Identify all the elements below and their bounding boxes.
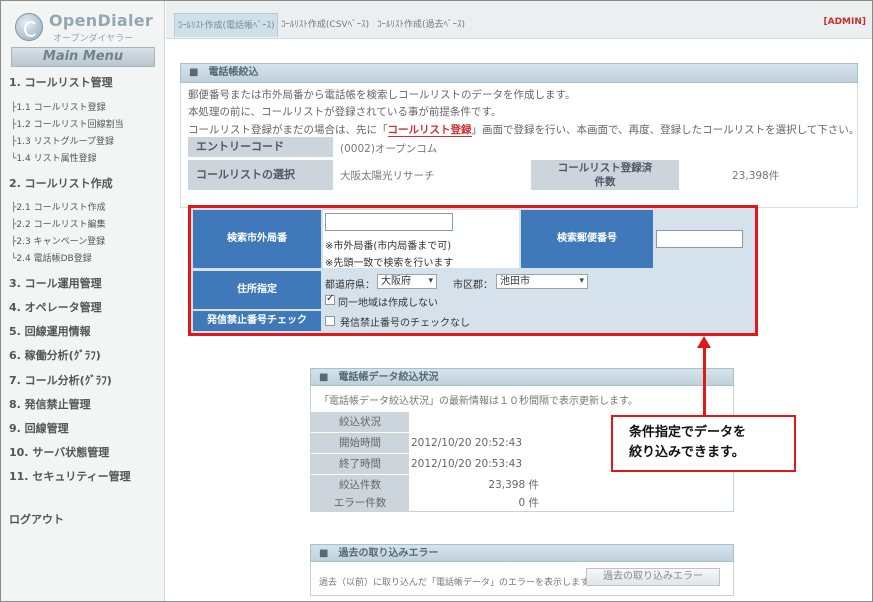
menu-activity-analysis[interactable]: 6. 稼働分析(ｸﾞﾗﾌ): [9, 347, 101, 363]
tab-bar: ｺｰﾙﾘｽﾄ作成(電話帳ﾍﾞｰｽ) ｺｰﾙﾘｽﾄ作成(CSVﾍﾞｰｽ) ｺｰﾙﾘ…: [166, 1, 872, 39]
app-logo: OpenDialer オープンダイヤラー: [15, 11, 155, 45]
tab-past-base[interactable]: ｺｰﾙﾘｽﾄ作成(過去ﾍﾞｰｽ): [376, 13, 466, 37]
main-menu-header: Main Menu: [11, 47, 155, 67]
area-code-label: 検索市外局番: [193, 210, 321, 268]
state-label: 絞込状況: [311, 412, 409, 432]
entry-code-label: エントリーコード: [188, 137, 333, 157]
menu-operator-management[interactable]: 4. オペレータ管理: [9, 299, 102, 315]
menu-call-list-management[interactable]: 1. コールリスト管理: [9, 74, 113, 90]
menu-list-attribute-register[interactable]: └1.4 リスト属性登録: [11, 151, 97, 164]
logo-title: OpenDialer: [49, 11, 154, 30]
call-list-select-label: コールリストの選択: [188, 160, 333, 190]
menu-list-group-register[interactable]: ├1.3 リストグループ登録: [11, 134, 114, 147]
callout-box: 条件指定でデータを 絞り込みできます。: [611, 415, 796, 472]
error-count-value: 0 件: [518, 497, 539, 509]
no-call-check-label: 発信禁止番号チェック: [193, 311, 321, 331]
no-call-check-option: 発信禁止番号のチェックなし: [340, 318, 470, 329]
zip-code-label: 検索郵便番号: [521, 210, 653, 268]
info-line-2: 本処理の前に、コールリストが登録されている事が前提条件です。: [188, 106, 502, 118]
menu-call-list-register[interactable]: ├1.1 コールリスト登録: [11, 100, 106, 113]
tab-csv-base[interactable]: ｺｰﾙﾘｽﾄ作成(CSVﾍﾞｰｽ): [280, 13, 370, 37]
area-code-note-2: ※先頭一致で検索を行います: [325, 258, 454, 269]
search-condition-box: 検索市外局番 ※市外局番(市内局番まで可) ※先頭一致で検索を行います 検索郵便…: [188, 205, 758, 336]
filter-count-value: 23,398 件: [488, 479, 539, 491]
prefecture-label: 都道府県：: [325, 280, 375, 291]
city-label: 市区郡：: [453, 280, 493, 291]
menu-line-operation-info[interactable]: 5. 回線運用情報: [9, 323, 91, 339]
logo-subtitle: オープンダイヤラー: [53, 34, 134, 44]
menu-security[interactable]: 11. セキュリティー管理: [9, 468, 131, 484]
tab-phonebook-base[interactable]: ｺｰﾙﾘｽﾄ作成(電話帳ﾍﾞｰｽ): [174, 13, 278, 37]
registered-count-label-1: コールリスト登録済: [557, 162, 653, 174]
info-line-3-b: 」画面で登録を行い、本画面で、再度、登録したコールリストを選択して下さい。: [471, 124, 860, 136]
menu-campaign-register[interactable]: ├2.3 キャンペーン登録: [11, 234, 105, 247]
past-errors-note: 過去（以前）に取り込んだ「電話帳データ」のエラーを表示します。: [319, 578, 598, 588]
callout-arrow-line: [703, 345, 706, 415]
area-code-input[interactable]: [325, 213, 453, 231]
callout-line-2: 絞り込みできます。: [629, 445, 745, 460]
start-time-label: 開始時間: [311, 433, 409, 453]
error-count-label: エラー件数: [311, 494, 409, 512]
area-code-note-1: ※市外局番(市内局番まで可): [325, 241, 452, 252]
phonebook-filter-header: ■ 電話帳絞込: [180, 63, 858, 83]
info-line-3: コールリスト登録がまだの場合は、先に「コールリスト登録」画面で登録を行い、本画面…: [188, 122, 859, 137]
menu-call-analysis[interactable]: 7. コール分析(ｸﾞﾗﾌ): [9, 372, 112, 388]
same-area-label: 同一地域は作成しない: [338, 298, 438, 309]
registered-count-label: コールリスト登録済 件数: [531, 160, 679, 190]
info-line-3-a: コールリスト登録がまだの場合は、先に「: [188, 124, 388, 136]
start-time-value: 2012/10/20 20:52:43: [411, 437, 523, 449]
filter-status-note: 「電話帳データ絞込状況」の最新情報は１０秒間隔で表示更新します。: [319, 396, 638, 407]
menu-call-list-line-assign[interactable]: ├1.2 コールリスト回線割当: [11, 117, 124, 130]
entry-code-value: (0002)オープンコム: [340, 143, 438, 155]
info-line-1: 郵便番号または市外局番から電話帳を検索しコールリストのデータを作成します。: [188, 89, 576, 101]
menu-call-list-create[interactable]: 2. コールリスト作成: [9, 175, 113, 191]
menu-call-list-create-sub[interactable]: ├2.1 コールリスト作成: [11, 200, 106, 213]
prefecture-select[interactable]: 大阪府: [377, 274, 437, 289]
admin-badge: [ADMIN]: [823, 17, 867, 27]
past-errors-header: ■ 過去の取り込みエラー: [310, 544, 734, 562]
menu-server-status[interactable]: 10. サーバ状態管理: [9, 444, 109, 460]
zip-code-input[interactable]: [656, 230, 743, 248]
sidebar: OpenDialer オープンダイヤラー Main Menu 1. コールリスト…: [1, 1, 165, 601]
logout-link[interactable]: ログアウト: [9, 511, 64, 527]
filter-count-label: 絞込件数: [311, 475, 409, 495]
city-select[interactable]: 池田市: [496, 274, 588, 289]
address-label: 住所指定: [193, 271, 321, 309]
callout-line-1: 条件指定でデータを: [629, 425, 747, 440]
registered-count-value: 23,398件: [732, 170, 780, 182]
filter-status-header: ■ 電話帳データ絞込状況: [310, 368, 734, 386]
menu-line-management[interactable]: 9. 回線管理: [9, 420, 69, 436]
menu-phonebook-db-register[interactable]: └2.4 電話帳DB登録: [11, 251, 92, 264]
same-area-checkbox[interactable]: [325, 293, 335, 305]
menu-call-list-edit[interactable]: ├2.2 コールリスト編集: [11, 217, 106, 230]
menu-call-prohibition[interactable]: 8. 発信禁止管理: [9, 396, 91, 412]
call-list-select-value[interactable]: 大阪太陽光リサーチ: [340, 168, 435, 183]
call-list-register-link[interactable]: コールリスト登録: [387, 124, 472, 137]
end-time-value: 2012/10/20 20:53:43: [411, 458, 523, 470]
logo-icon: [15, 13, 43, 41]
registered-count-label-2: 件数: [594, 176, 616, 188]
end-time-label: 終了時間: [311, 454, 409, 474]
no-call-check-checkbox[interactable]: [325, 316, 335, 326]
past-errors-button[interactable]: 過去の取り込みエラー: [586, 568, 720, 586]
menu-call-operation[interactable]: 3. コール運用管理: [9, 275, 102, 291]
